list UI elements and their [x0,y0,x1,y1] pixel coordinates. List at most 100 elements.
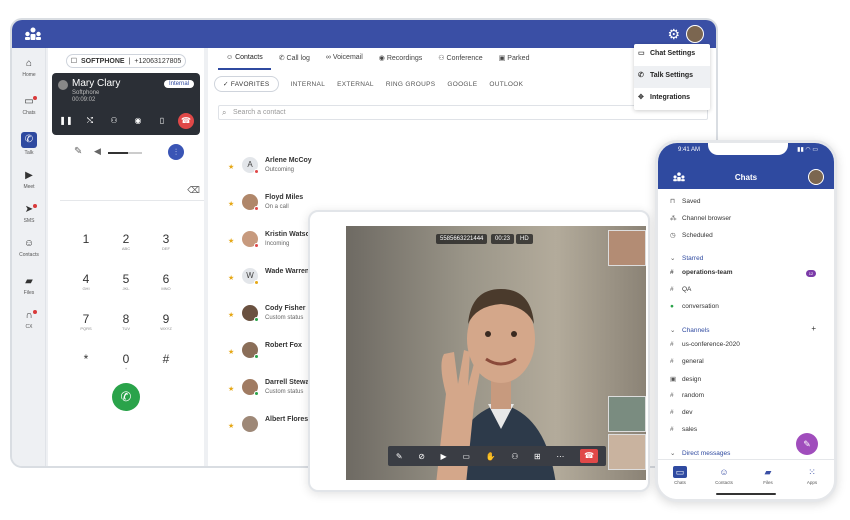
star-icon[interactable]: ★ [228,237,234,245]
add-channel-icon[interactable]: + [811,324,816,333]
key-digit: 7 [82,312,90,326]
list-item-channel-browser[interactable]: ⁂ Channel browser [670,214,731,222]
filter-label: INTERNAL [290,80,326,88]
keypad-key[interactable]: 7 PQRS [66,312,106,331]
channel-item[interactable]: # QA [670,286,691,293]
tab-call-log[interactable]: ✆ Call log [271,52,318,70]
star-icon[interactable]: ★ [228,274,234,282]
menu-item-integrations[interactable]: ✥ Integrations [634,88,710,110]
tab-contacts[interactable]: ☺ Contacts [218,52,271,70]
key-letters: MNO [161,286,171,291]
menu-item-talk-settings[interactable]: ✆ Talk Settings [634,66,710,88]
dial-number-field[interactable]: ⌫ [60,183,204,201]
direct-messages-section[interactable]: ⌄ Direct messages [670,449,730,457]
star-icon[interactable]: ★ [228,385,234,393]
more-icon[interactable]: ⋯ [556,452,564,461]
participant-thumbnail[interactable] [608,230,646,266]
grid-view-icon[interactable]: ⊞ [534,452,541,461]
softphone-header: ☐ SOFTPHONE | +12063127805 [66,54,186,68]
avatar[interactable] [686,25,704,43]
tab-recordings[interactable]: ◉ Recordings [371,52,430,70]
channels-section[interactable]: ⌄ Channels [670,326,709,334]
filter-outlook[interactable]: OUTLOOK [489,81,523,88]
filter-favorites[interactable]: ✓ FAVORITES [214,76,279,92]
channel-item[interactable]: ● conversation [670,303,719,310]
list-item-saved[interactable]: ⊓ Saved [670,197,700,205]
contacts-icon: ☺ [719,467,729,477]
avatar[interactable] [808,169,824,185]
keypad-key[interactable]: 8 TUV [106,312,146,331]
camera-icon[interactable]: ▶ [441,452,447,461]
sidebar-item-sms[interactable]: ➤ SMS [12,204,46,224]
tab-voicemail[interactable]: ∞ Voicemail [318,52,371,70]
keypad-key[interactable]: 2 ABC [106,232,146,251]
starred-section[interactable]: ⌄ Starred [670,254,703,262]
mute-icon[interactable]: ✎ [396,452,403,461]
record-icon[interactable]: ◉ [130,113,146,129]
menu-item-chat-settings[interactable]: ▭ Chat Settings [634,44,710,66]
tab-parked[interactable]: ▣ Parked [491,52,538,70]
participant-thumbnail[interactable] [608,396,646,432]
presence-dot [254,354,259,359]
mobile-transfer-icon[interactable]: ▯ [154,113,170,129]
keypad-key[interactable]: 6 MNO [146,272,186,291]
star-icon[interactable]: ★ [228,348,234,356]
keypad-key[interactable]: * [66,352,106,366]
participants-icon[interactable]: ⚇ [511,452,518,461]
keypad-key[interactable]: 5 JKL [106,272,146,291]
sidebar-item-contacts[interactable]: ☺ Contacts [12,238,46,258]
audio-settings-icon[interactable]: ⫶ [168,144,184,160]
sidebar-item-cx[interactable]: ∩ CX [12,310,46,330]
channel-item[interactable]: # sales [670,426,697,433]
end-call-button[interactable]: ☎ [580,449,599,463]
call-button[interactable]: ✆ [112,383,140,411]
folder-icon: ▰ [764,467,772,477]
add-participant-icon[interactable]: ⚇ [106,113,122,129]
keypad-key[interactable]: 9 WXYZ [146,312,186,331]
raise-hand-icon[interactable]: ✋ [486,452,496,461]
filter-internal[interactable]: INTERNAL [291,81,326,88]
keypad-key[interactable]: # [146,352,186,366]
keypad-key[interactable]: 4 GHI [66,272,106,291]
star-icon[interactable]: ★ [228,422,234,430]
keypad-key[interactable]: 1 [66,232,106,246]
channel-item[interactable]: # random [670,392,704,399]
presence-dot [254,280,259,285]
sidebar-item-meet[interactable]: ▶ Meet [12,170,46,190]
status-icons: ▮▮ ◠ ▭ [797,147,818,153]
compose-button[interactable]: ✎ [796,433,818,455]
sidebar-item-talk[interactable]: ✆ Talk [12,132,46,156]
star-icon[interactable]: ★ [228,200,234,208]
sidebar-item-chats[interactable]: ▭ Chats [12,96,46,116]
tab-apps[interactable]: ⁙ Apps [797,460,827,499]
keypad-key[interactable]: 3 DEF [146,232,186,251]
sidebar-item-home[interactable]: ⌂ Home [12,58,46,78]
tab-chats[interactable]: ▭ Chats [665,460,695,499]
volume-slider[interactable] [108,152,142,154]
screen-share-icon[interactable]: ▭ [462,452,470,461]
list-item-scheduled[interactable]: ◷ Scheduled [670,231,713,239]
channel-item[interactable]: ▣ design [670,375,701,383]
participant-thumbnail[interactable] [608,434,646,470]
filter-external[interactable]: EXTERNAL [337,81,374,88]
backspace-icon[interactable]: ⌫ [187,185,200,196]
filter-ring-groups[interactable]: RING GROUPS [386,81,436,88]
internal-badge: Internal [163,80,194,88]
channel-item[interactable]: # general [670,358,704,365]
hang-up-button[interactable]: ☎ [178,113,194,129]
channel-item[interactable]: # dev [670,409,692,416]
mute-mic-icon[interactable]: ✎ [74,146,82,157]
star-icon[interactable]: ★ [228,163,234,171]
pause-icon[interactable]: ❚❚ [58,113,74,129]
sidebar-item-files[interactable]: ▰ Files [12,276,46,296]
star-icon[interactable]: ★ [228,311,234,319]
transfer-icon[interactable]: ⤭ [82,113,98,129]
channel-item[interactable]: # operations-team [670,269,733,276]
camera-off-icon[interactable]: ⊘ [418,452,425,461]
contact-name: Kristin Watson [265,231,315,238]
keypad-key[interactable]: 0 + [106,352,146,371]
gear-icon[interactable]: ⚙ [667,26,680,43]
channel-item[interactable]: # us-conference-2020 [670,341,740,348]
tab-conference[interactable]: ⚇ Conference [430,52,490,70]
filter-google[interactable]: GOOGLE [447,81,477,88]
